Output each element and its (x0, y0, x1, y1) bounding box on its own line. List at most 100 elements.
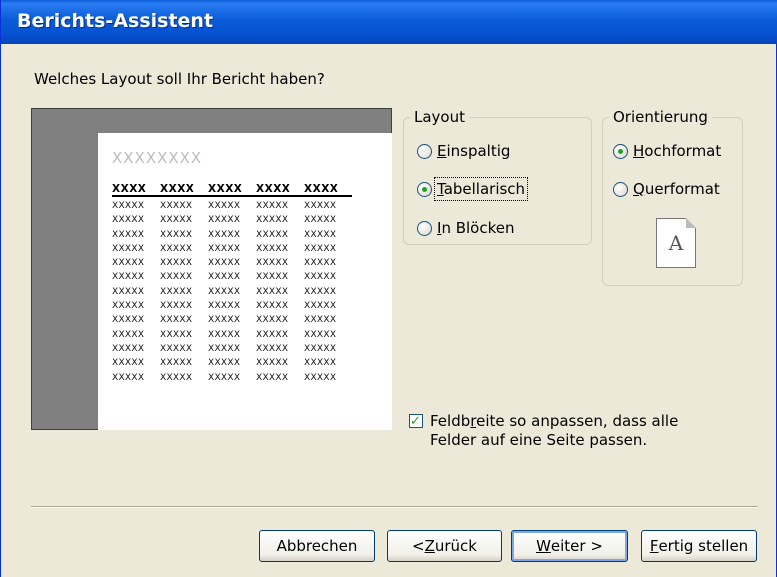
preview-data-cell: XXXXX (304, 229, 337, 240)
checkbox-checked-icon[interactable] (409, 412, 423, 431)
preview-data-cell: XXXXX (160, 243, 193, 254)
preview-data-cell: XXXXX (304, 258, 337, 269)
preview-data-cell: XXXXX (304, 272, 337, 283)
preview-data-cell: XXXXX (256, 301, 289, 312)
preview-data-cell: XXXXX (256, 329, 289, 340)
preview-data-cell: XXXXX (256, 343, 289, 354)
preview-data-cell: XXXXX (160, 272, 193, 283)
radio-einspaltig[interactable]: Einspaltig (417, 142, 510, 160)
preview-data-cell: XXXXX (256, 372, 289, 383)
preview-data-row: XXXXX XXXXX XXXXX XXXXX XXXXX (112, 344, 352, 358)
preview-data-cell: XXXXX (112, 301, 145, 312)
preview-header-cell: XXXX (160, 183, 195, 195)
preview-data-rows: XXXXX XXXXX XXXXX XXXXX XXXXX XXXXX XXXXX XXXXX… (112, 201, 352, 387)
preview-data-cell: XXXXX (160, 286, 193, 297)
preview-data-cell: XXXXX (112, 201, 145, 211)
preview-data-cell: XXXXX (112, 229, 145, 240)
preview-data-cell: XXXXX (160, 258, 193, 269)
preview-data-cell: XXXXX (256, 258, 289, 269)
radio-label: Tabellarisch (433, 177, 529, 201)
preview-data-cell: XXXXX (208, 215, 241, 226)
cancel-button[interactable]: Abbrechen (259, 530, 375, 562)
preview-data-cell: XXXXX (304, 358, 337, 369)
preview-data-cell: XXXXX (160, 343, 193, 354)
preview-data-cell: XXXXX (208, 301, 241, 312)
preview-header-cell: XXXX (112, 183, 147, 195)
preview-data-cell: XXXXX (304, 329, 337, 340)
preview-data-cell: XXXXX (112, 286, 145, 297)
preview-data-row: XXXXX XXXXX XXXXX XXXXX XXXXX (112, 272, 352, 286)
preview-data-cell: XXXXX (304, 315, 337, 326)
preview-data-cell: XXXXX (208, 258, 241, 269)
fit-fields-checkbox[interactable]: Feldbreite so anpassen, dass alle Felder… (409, 412, 678, 450)
preview-data-cell: XXXXX (256, 215, 289, 226)
layout-question: Welches Layout soll Ihr Bericht haben? (34, 70, 325, 88)
radio-circle-selected[interactable] (417, 181, 432, 197)
preview-data-row: XXXXX XXXXX XXXXX XXXXX XXXXX (112, 330, 352, 344)
preview-data-cell: XXXXX (304, 201, 337, 211)
preview-data-row: XXXXX XXXXX XXXXX XXXXX XXXXX (112, 258, 352, 272)
preview-data-cell: XXXXX (160, 372, 193, 383)
preview-header-cell: XXXX (256, 183, 291, 195)
preview-data-cell: XXXXX (160, 315, 193, 326)
title-bar[interactable]: Berichts-Assistent (1, 0, 777, 44)
preview-data-cell: XXXXX (256, 201, 289, 211)
preview-data-cell: XXXXX (208, 358, 241, 369)
preview-data-cell: XXXXX (304, 343, 337, 354)
preview-data-cell: XXXXX (112, 329, 145, 340)
preview-header-cell: XXXX (304, 183, 339, 195)
portrait-page-icon: A (656, 218, 696, 268)
preview-data-cell: XXXXX (208, 229, 241, 240)
radio-querformat[interactable]: Querformat (613, 180, 720, 198)
preview-data-cell: XXXXX (256, 286, 289, 297)
preview-page: XXXXXXXX XXXX XXXX XXXX XXXX XXXX XXXXX X… (98, 133, 392, 430)
preview-data-row: XXXXX XXXXX XXXXX XXXXX XXXXX (112, 244, 352, 258)
preview-data-cell: XXXXX (160, 301, 193, 312)
preview-data-cell: XXXXX (256, 229, 289, 240)
preview-data-row: XXXXX XXXXX XXXXX XXXXX XXXXX (112, 358, 352, 372)
preview-data-cell: XXXXX (208, 315, 241, 326)
preview-data-cell: XXXXX (256, 243, 289, 254)
preview-data-cell: XXXXX (208, 343, 241, 354)
preview-data-cell: XXXXX (160, 229, 193, 240)
preview-data-cell: XXXXX (112, 343, 145, 354)
radio-circle[interactable] (417, 220, 432, 236)
radio-label: In Blöcken (437, 219, 515, 237)
preview-data-cell: XXXXX (304, 243, 337, 254)
preview-data-row: XXXXX XXXXX XXXXX XXXXX XXXXX (112, 315, 352, 329)
preview-data-cell: XXXXX (304, 286, 337, 297)
preview-data-cell: XXXXX (112, 258, 145, 269)
report-wizard-window: Berichts-Assistent Welches Layout soll I… (0, 0, 777, 577)
preview-data-cell: XXXXX (208, 201, 241, 211)
radio-circle[interactable] (417, 143, 432, 159)
preview-data-cell: XXXXX (112, 315, 145, 326)
preview-data-cell: XXXXX (208, 329, 241, 340)
preview-data-cell: XXXXX (112, 243, 145, 254)
preview-data-cell: XXXXX (208, 286, 241, 297)
radio-label: Einspaltig (437, 142, 511, 160)
next-button[interactable]: Weiter > (511, 530, 628, 562)
preview-data-cell: XXXXX (208, 372, 241, 383)
preview-data-cell: XXXXX (112, 358, 145, 369)
preview-data-row: XXXXX XXXXX XXXXX XXXXX XXXXX (112, 230, 352, 244)
window-title: Berichts-Assistent (17, 10, 214, 32)
radio-tabellarisch[interactable]: Tabellarisch (417, 177, 529, 201)
preview-data-row: XXXXX XXXXX XXXXX XXXXX XXXXX (112, 201, 352, 215)
preview-data-cell: XXXXX (304, 301, 337, 312)
preview-data-cell: XXXXX (304, 372, 337, 383)
radio-circle-selected[interactable] (613, 143, 628, 159)
preview-data-cell: XXXXX (112, 215, 145, 226)
radio-circle[interactable] (613, 181, 628, 197)
radio-label: Hochformat (633, 142, 722, 160)
preview-data-cell: XXXXX (256, 358, 289, 369)
layout-preview: XXXXXXXX XXXX XXXX XXXX XXXX XXXX XXXXX X… (31, 108, 392, 430)
orientation-legend: Orientierung (613, 108, 708, 126)
radio-hochformat[interactable]: Hochformat (613, 142, 721, 160)
preview-data-cell: XXXXX (304, 215, 337, 226)
back-button[interactable]: < Zurück (387, 530, 502, 562)
preview-data-cell: XXXXX (112, 372, 145, 383)
preview-header-row: XXXX XXXX XXXX XXXX XXXX (112, 183, 352, 197)
finish-button[interactable]: Fertig stellen (641, 530, 757, 562)
preview-data-row: XXXXX XXXXX XXXXX XXXXX XXXXX (112, 215, 352, 229)
radio-in-bloecken[interactable]: In Blöcken (417, 219, 514, 237)
